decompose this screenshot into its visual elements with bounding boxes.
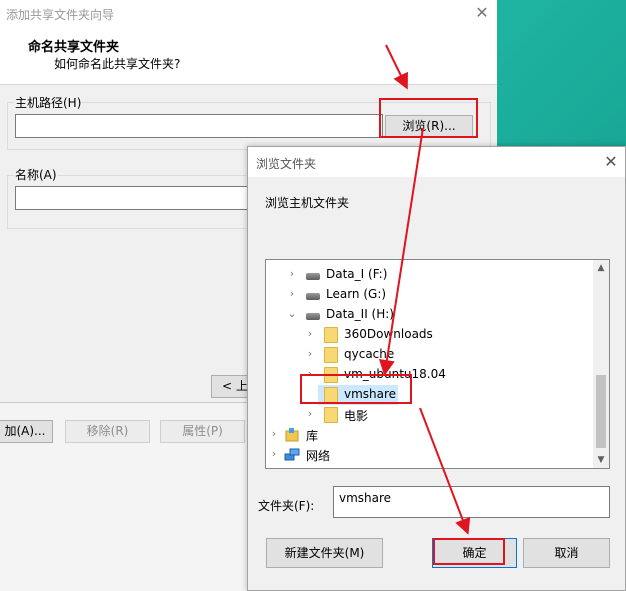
tree-item-network[interactable]: › 网络 bbox=[266, 445, 594, 465]
tree-item-label: vmshare bbox=[344, 387, 397, 401]
tree-item-label: Learn (G:) bbox=[326, 287, 387, 301]
folder-name-input[interactable]: vmshare bbox=[333, 486, 610, 518]
tree-item-qycache[interactable]: › qycache bbox=[266, 345, 594, 365]
folder-tree[interactable]: › Data_I (F:) › Learn (G:) ⌄ Data_II (H:… bbox=[265, 259, 610, 469]
ok-button[interactable]: 确定 bbox=[432, 538, 517, 568]
drive-icon bbox=[306, 293, 320, 300]
properties-button[interactable]: 属性(P) bbox=[160, 420, 245, 443]
folder-icon bbox=[324, 327, 338, 343]
chevron-right-icon[interactable]: › bbox=[286, 267, 298, 281]
browse-folder-dialog: 浏览文件夹 ✕ 浏览主机文件夹 › Data_I (F:) › Learn (G… bbox=[247, 146, 626, 591]
tree-item-movies[interactable]: › 电影 bbox=[266, 405, 594, 425]
dialog-title: 浏览文件夹 bbox=[256, 157, 317, 171]
tree-item-library[interactable]: › 库 bbox=[266, 425, 594, 445]
wizard-subheading: 如何命名此共享文件夹? bbox=[54, 57, 181, 71]
cancel-button[interactable]: 取消 bbox=[523, 538, 610, 568]
drive-icon bbox=[306, 273, 320, 280]
scroll-thumb[interactable] bbox=[596, 375, 606, 448]
folder-icon bbox=[324, 407, 338, 423]
tree-item-vm-ubuntu[interactable]: › vm_ubuntu18.04 bbox=[266, 365, 594, 385]
tree-item-label: Data_I (F:) bbox=[326, 267, 388, 281]
folder-icon bbox=[324, 347, 338, 363]
library-icon bbox=[284, 427, 300, 443]
wizard-title: 添加共享文件夹向导 bbox=[6, 8, 115, 22]
tree-item-360downloads[interactable]: › 360Downloads bbox=[266, 325, 594, 345]
tree-scrollbar[interactable]: ▲ ▼ bbox=[593, 260, 609, 468]
new-folder-button[interactable]: 新建文件夹(M) bbox=[266, 538, 383, 568]
tree-item-label: qycache bbox=[344, 347, 395, 361]
chevron-right-icon[interactable]: › bbox=[304, 347, 316, 361]
folder-label: 文件夹(F): bbox=[258, 499, 315, 513]
add-button[interactable]: 加(A)... bbox=[0, 420, 53, 443]
network-icon bbox=[284, 447, 300, 463]
chevron-right-icon[interactable]: › bbox=[304, 327, 316, 341]
drive-icon bbox=[306, 313, 320, 320]
remove-button[interactable]: 移除(R) bbox=[65, 420, 150, 443]
host-path-label: 主机路径(H) bbox=[14, 94, 83, 111]
host-path-input[interactable] bbox=[15, 114, 383, 138]
chevron-right-icon[interactable]: › bbox=[286, 287, 298, 301]
browse-button[interactable]: 浏览(R)... bbox=[385, 115, 473, 138]
close-icon[interactable]: ✕ bbox=[600, 151, 622, 173]
wizard-heading: 命名共享文件夹 bbox=[28, 40, 120, 55]
tree-item-data-i[interactable]: › Data_I (F:) bbox=[266, 265, 594, 285]
tree-item-vmshare[interactable]: vmshare bbox=[266, 385, 594, 405]
tree-item-learn[interactable]: › Learn (G:) bbox=[266, 285, 594, 305]
chevron-right-icon[interactable]: › bbox=[304, 407, 316, 421]
name-input[interactable] bbox=[15, 186, 252, 210]
dialog-description: 浏览主机文件夹 bbox=[265, 196, 350, 210]
wizard-title-bar: 添加共享文件夹向导 ✕ bbox=[0, 0, 497, 28]
tree-item-label: 库 bbox=[306, 429, 319, 443]
tree-item-label: vm_ubuntu18.04 bbox=[344, 367, 446, 381]
scroll-up-icon[interactable]: ▲ bbox=[593, 260, 609, 276]
close-icon[interactable]: ✕ bbox=[471, 2, 493, 24]
folder-icon bbox=[324, 367, 338, 383]
chevron-right-icon[interactable]: › bbox=[268, 447, 280, 461]
tree-item-label: 电影 bbox=[344, 409, 369, 423]
folder-icon bbox=[324, 387, 338, 403]
chevron-right-icon[interactable]: › bbox=[304, 367, 316, 381]
scroll-down-icon[interactable]: ▼ bbox=[593, 452, 609, 468]
wizard-header: 命名共享文件夹 如何命名此共享文件夹? bbox=[0, 28, 497, 85]
dialog-title-bar: 浏览文件夹 ✕ bbox=[248, 147, 625, 177]
back-button[interactable]: < 上 bbox=[211, 375, 251, 398]
name-label: 名称(A) bbox=[14, 166, 58, 183]
chevron-down-icon[interactable]: ⌄ bbox=[286, 307, 298, 321]
tree-item-data-ii[interactable]: ⌄ Data_II (H:) bbox=[266, 305, 594, 325]
tree-item-label: Data_II (H:) bbox=[326, 307, 394, 321]
chevron-right-icon[interactable]: › bbox=[268, 427, 280, 441]
tree-item-label: 360Downloads bbox=[344, 327, 433, 341]
tree-item-label: 网络 bbox=[306, 449, 331, 463]
